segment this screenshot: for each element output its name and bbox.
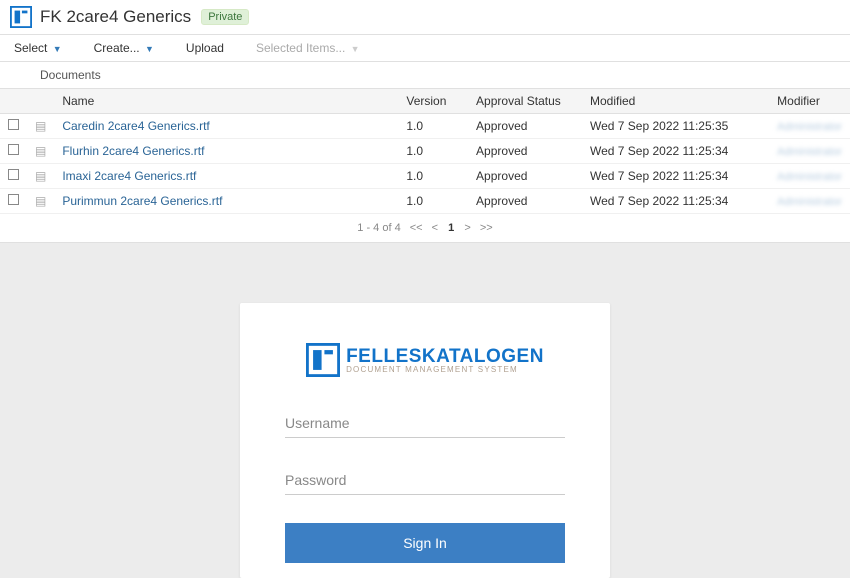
cell-modified: Wed 7 Sep 2022 11:25:35	[582, 114, 769, 139]
document-link[interactable]: Caredin 2care4 Generics.rtf	[62, 119, 209, 133]
pagination: 1 - 4 of 4 << < 1 > >>	[0, 214, 850, 243]
selected-items-label: Selected Items...	[256, 41, 345, 55]
column-modifier[interactable]: Modifier	[769, 89, 850, 114]
chevron-down-icon: ▼	[145, 44, 154, 54]
signin-button[interactable]: Sign In	[285, 523, 565, 563]
private-badge: Private	[201, 9, 249, 25]
column-modified[interactable]: Modified	[582, 89, 769, 114]
brand-logo-icon	[306, 343, 340, 377]
cell-modifier: Administrator	[769, 139, 850, 164]
password-field[interactable]	[285, 466, 565, 495]
app-logo-icon	[10, 6, 32, 28]
brand-subtitle: DOCUMENT MANAGEMENT SYSTEM	[346, 366, 544, 374]
table-row: ▤ Caredin 2care4 Generics.rtf 1.0ApprovedW…	[0, 114, 850, 139]
select-menu[interactable]: Select ▼	[14, 41, 62, 55]
breadcrumb: Documents	[0, 62, 850, 88]
cell-modifier: Administrator	[769, 189, 850, 214]
column-approval-status[interactable]: Approval Status	[468, 89, 582, 114]
selected-items-menu: Selected Items... ▼	[256, 41, 360, 55]
row-checkbox[interactable]	[8, 169, 19, 180]
document-link[interactable]: Flurhin 2care4 Generics.rtf	[62, 144, 204, 158]
document-icon: ▤	[35, 119, 46, 133]
create-label: Create...	[94, 41, 140, 55]
username-field[interactable]	[285, 409, 565, 438]
cell-modified: Wed 7 Sep 2022 11:25:34	[582, 164, 769, 189]
pagination-next[interactable]: >	[464, 222, 470, 234]
column-checkbox	[0, 89, 27, 114]
row-checkbox[interactable]	[8, 144, 19, 155]
chevron-down-icon: ▼	[351, 44, 360, 54]
cell-version: 1.0	[398, 189, 468, 214]
pagination-range: 1 - 4 of 4	[357, 222, 400, 234]
chevron-down-icon: ▼	[53, 44, 62, 54]
document-icon: ▤	[35, 144, 46, 158]
documents-table: Name Version Approval Status Modified Mo…	[0, 88, 850, 214]
row-checkbox[interactable]	[8, 119, 19, 130]
cell-status: Approved	[468, 114, 582, 139]
pagination-current: 1	[448, 222, 454, 234]
document-icon: ▤	[35, 194, 46, 208]
login-logo: FELLESKATALOGEN DOCUMENT MANAGEMENT SYST…	[285, 343, 565, 377]
toolbar: Select ▼ Create... ▼ Upload Selected Ite…	[0, 35, 850, 62]
document-link[interactable]: Purimmun 2care4 Generics.rtf	[62, 194, 222, 208]
table-header-row: Name Version Approval Status Modified Mo…	[0, 89, 850, 114]
select-label: Select	[14, 41, 47, 55]
row-checkbox[interactable]	[8, 194, 19, 205]
cell-version: 1.0	[398, 164, 468, 189]
pagination-first[interactable]: <<	[410, 222, 423, 234]
header: FK 2care4 Generics Private	[0, 0, 850, 35]
page-title: FK 2care4 Generics	[40, 7, 191, 27]
column-version[interactable]: Version	[398, 89, 468, 114]
document-icon: ▤	[35, 169, 46, 183]
cell-status: Approved	[468, 139, 582, 164]
login-card: FELLESKATALOGEN DOCUMENT MANAGEMENT SYST…	[240, 303, 610, 578]
column-name[interactable]: Name	[54, 89, 398, 114]
cell-modifier: Administrator	[769, 114, 850, 139]
document-link[interactable]: Imaxi 2care4 Generics.rtf	[62, 169, 196, 183]
cell-modifier: Administrator	[769, 164, 850, 189]
table-row: ▤ Flurhin 2care4 Generics.rtf 1.0ApprovedW…	[0, 139, 850, 164]
cell-status: Approved	[468, 164, 582, 189]
table-row: ▤ Purimmun 2care4 Generics.rtf 1.0Approved…	[0, 189, 850, 214]
cell-modified: Wed 7 Sep 2022 11:25:34	[582, 139, 769, 164]
column-icon	[27, 89, 54, 114]
cell-version: 1.0	[398, 139, 468, 164]
table-row: ▤ Imaxi 2care4 Generics.rtf 1.0ApprovedWed…	[0, 164, 850, 189]
create-menu[interactable]: Create... ▼	[94, 41, 154, 55]
cell-version: 1.0	[398, 114, 468, 139]
cell-modified: Wed 7 Sep 2022 11:25:34	[582, 189, 769, 214]
login-background: FELLESKATALOGEN DOCUMENT MANAGEMENT SYST…	[0, 243, 850, 578]
upload-button[interactable]: Upload	[186, 41, 224, 55]
cell-status: Approved	[468, 189, 582, 214]
pagination-last[interactable]: >>	[480, 222, 493, 234]
pagination-prev[interactable]: <	[432, 222, 438, 234]
brand-name: FELLESKATALOGEN	[346, 347, 544, 366]
